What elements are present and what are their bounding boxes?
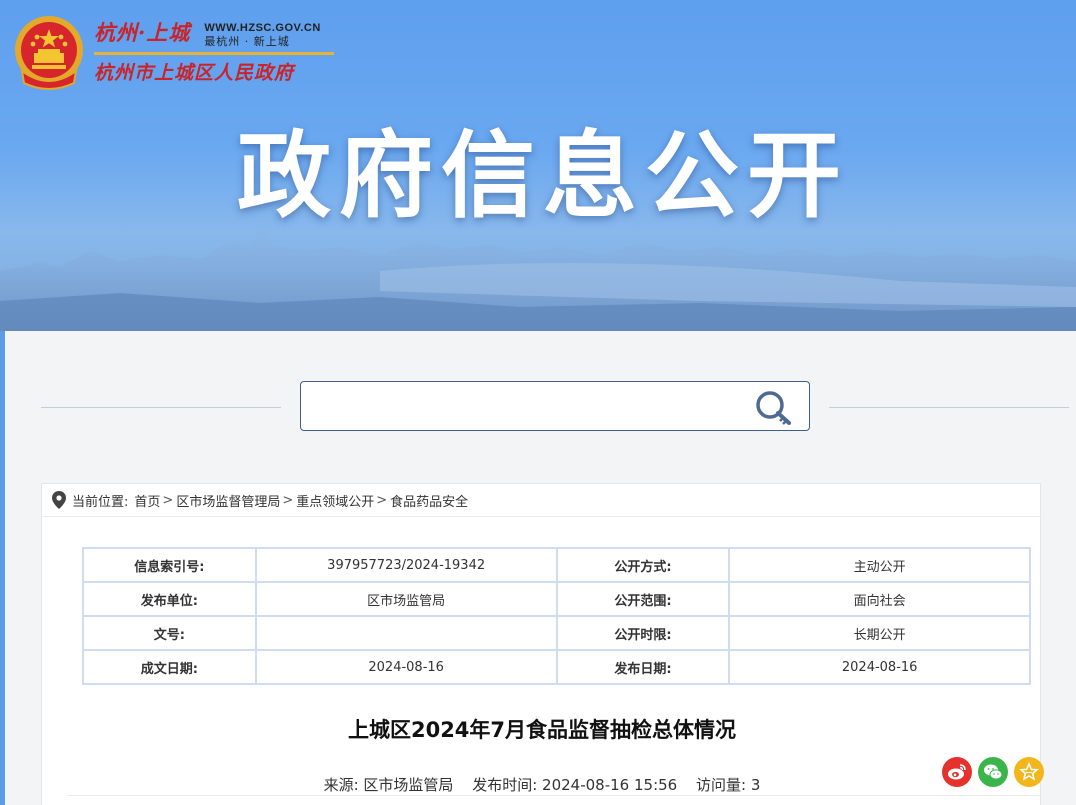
breadcrumb: 当前位置: 首页 > 区市场监督管理局 > 重点领域公开 > 食品药品安全: [41, 483, 1041, 517]
government-brand[interactable]: 杭州·上城 WWW.HZSC.GOV.CN 最杭州 · 新上城 杭州市上城区人民…: [94, 18, 334, 85]
written-date-label: 成文日期:: [82, 649, 257, 685]
breadcrumb-label: 当前位置:: [72, 494, 129, 510]
share-wechat-button[interactable]: [978, 757, 1008, 787]
banner-title: 政府信息公开: [236, 122, 849, 231]
brand-city-name: 杭州·上城: [94, 20, 191, 45]
weibo-icon: [948, 764, 966, 780]
article-body-edge: [68, 795, 1040, 805]
breadcrumb-item-food-drug-safety[interactable]: 食品药品安全: [390, 491, 468, 510]
info-metadata-table: 信息索引号: 397957723/2024-19342 公开方式: 主动公开 发…: [82, 547, 1031, 685]
breadcrumb-item-key-areas[interactable]: 重点领域公开: [296, 491, 374, 510]
table-row: 文号: 公开时限: 长期公开: [82, 615, 1031, 651]
article-title: 上城区2024年7月食品监督抽检总体情况: [347, 718, 737, 742]
disclosure-period-label: 公开时限:: [555, 615, 731, 651]
breadcrumb-separator: >: [282, 492, 294, 508]
article-container: 信息索引号: 397957723/2024-19342 公开方式: 主动公开 发…: [41, 517, 1041, 805]
disclosure-period-value: 长期公开: [728, 615, 1031, 651]
brand-slogan: 最杭州 · 新上城: [204, 35, 290, 48]
article-source: 来源: 区市场监管局: [323, 776, 454, 794]
location-pin-icon: [52, 491, 66, 509]
publisher-value: 区市场监管局: [254, 581, 558, 617]
disclosure-scope-label: 公开范围:: [555, 581, 731, 617]
share-weibo-button[interactable]: [942, 757, 972, 787]
header-banner: 杭州·上城 WWW.HZSC.GOV.CN 最杭州 · 新上城 杭州市上城区人民…: [0, 0, 1076, 331]
breadcrumb-separator: >: [162, 492, 174, 508]
publish-date-value: 2024-08-16: [728, 649, 1031, 685]
search-divider-right: [829, 407, 1069, 408]
search-icon[interactable]: [753, 389, 795, 425]
table-row: 发布单位: 区市场监管局 公开范围: 面向社会: [82, 581, 1031, 617]
site-url: WWW.HZSC.GOV.CN: [204, 22, 321, 34]
favorite-button[interactable]: [1014, 757, 1044, 787]
article-meta: 来源: 区市场监管局 发布时间: 2024-08-16 15:56 访问量: 3: [42, 774, 1042, 795]
national-emblem-logo[interactable]: [12, 13, 86, 93]
disclosure-method-label: 公开方式:: [555, 547, 731, 583]
publish-date-label: 发布日期:: [555, 649, 731, 685]
wechat-icon: [984, 764, 1003, 780]
index-number-label: 信息索引号:: [82, 547, 257, 583]
brand-divider: [94, 52, 334, 55]
disclosure-method-value: 主动公开: [728, 547, 1031, 583]
content-panel: 当前位置: 首页 > 区市场监督管理局 > 重点领域公开 > 食品药品安全 信息…: [5, 331, 1076, 805]
government-name: 杭州市上城区人民政府: [94, 62, 295, 84]
publisher-label: 发布单位:: [82, 581, 257, 617]
breadcrumb-separator: >: [376, 492, 388, 508]
favorite-icon: [1019, 762, 1039, 781]
index-number-value: 397957723/2024-19342: [254, 547, 558, 583]
written-date-value: 2024-08-16: [254, 649, 558, 685]
article-views: 访问量: 3: [696, 776, 761, 794]
disclosure-scope-value: 面向社会: [728, 581, 1031, 617]
document-number-label: 文号:: [82, 615, 257, 651]
search-input[interactable]: [311, 390, 741, 422]
table-row: 成文日期: 2024-08-16 发布日期: 2024-08-16: [82, 649, 1031, 685]
search-divider-left: [41, 407, 281, 408]
breadcrumb-item-market-bureau[interactable]: 区市场监督管理局: [176, 491, 280, 510]
article-publish-time: 发布时间: 2024-08-16 15:56: [472, 776, 678, 794]
search-box: [300, 381, 810, 431]
breadcrumb-item-home[interactable]: 首页: [134, 491, 160, 510]
document-number-value: [254, 615, 558, 651]
table-row: 信息索引号: 397957723/2024-19342 公开方式: 主动公开: [82, 547, 1031, 583]
